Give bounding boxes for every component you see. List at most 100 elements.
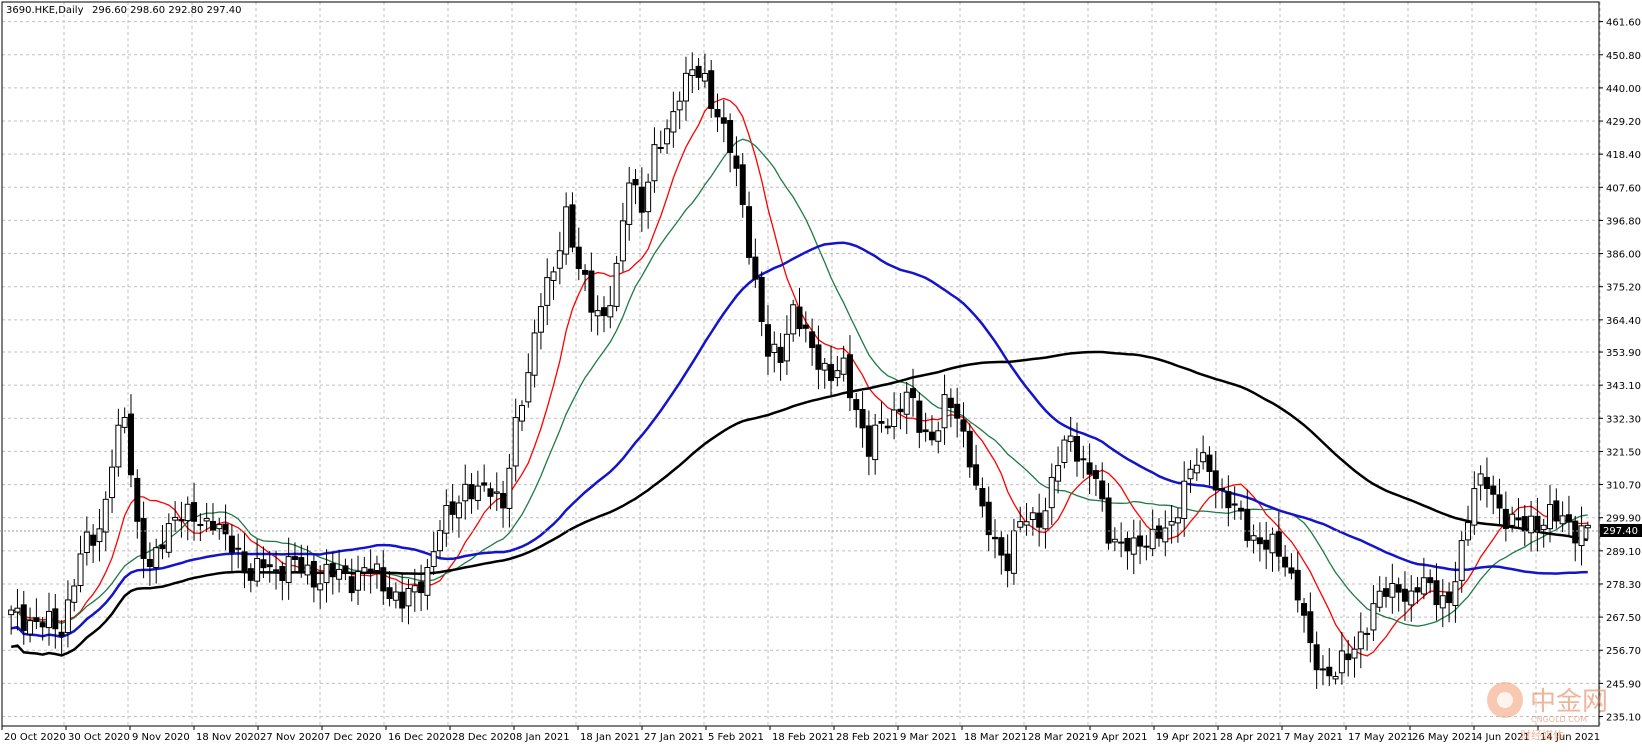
candle-bull — [544, 277, 551, 306]
candle-bull — [1351, 648, 1358, 659]
candle-bear — [33, 617, 40, 622]
candle-bull — [1370, 603, 1377, 631]
candle-bear — [884, 425, 891, 429]
candle-bull — [771, 343, 778, 353]
candle-bull — [701, 72, 708, 82]
candle-bull — [285, 556, 292, 583]
candle-bull — [1042, 510, 1049, 530]
y-tick-label: 396.80 — [1606, 216, 1641, 227]
y-tick-label: 310.70 — [1606, 481, 1641, 492]
candle-bull — [392, 591, 399, 601]
candle-bull — [1067, 435, 1074, 443]
candle-bull — [443, 505, 450, 534]
candle-bear — [329, 563, 336, 578]
candle-bear — [367, 568, 374, 575]
candle-bear — [399, 591, 406, 609]
candle-bear — [733, 155, 740, 169]
candle-bull — [607, 305, 614, 318]
candle-bull — [1332, 675, 1339, 680]
candle-bear — [947, 397, 954, 409]
candle-bull — [1420, 577, 1427, 595]
candle-bull — [1061, 439, 1068, 464]
candle-bear — [1553, 500, 1560, 522]
candle-bear — [58, 631, 65, 637]
candle-bull — [115, 424, 122, 468]
candle-bull — [203, 517, 210, 522]
candle-bull — [121, 417, 128, 428]
candle-bear — [1231, 503, 1238, 506]
candle-bull — [1010, 530, 1017, 574]
candle-bear — [569, 204, 576, 248]
candle-bull — [45, 610, 52, 629]
candle-bear — [966, 430, 973, 468]
candle-bear — [714, 109, 721, 118]
candle-bear — [1092, 470, 1099, 479]
candle-bull — [455, 502, 462, 519]
candle-bull — [834, 370, 841, 379]
candle-bull — [373, 563, 380, 572]
candle-bull — [1540, 524, 1547, 531]
candle-bull — [474, 485, 481, 501]
candle-bull — [1547, 504, 1554, 530]
candle-bull — [1452, 581, 1459, 607]
candle-bull — [304, 564, 311, 576]
candle-bear — [1446, 591, 1453, 604]
candle-bull — [273, 569, 280, 572]
candle-bear — [481, 482, 488, 486]
candle-bull — [1023, 521, 1030, 526]
candle-bear — [1301, 603, 1308, 616]
candle-bull — [651, 144, 658, 182]
candle-bull — [670, 111, 677, 133]
y-tick-label: 235.10 — [1606, 712, 1641, 723]
candle-bull — [1584, 524, 1591, 529]
candle-bear — [298, 557, 305, 573]
candle-bear — [1433, 580, 1440, 606]
candle-bear — [575, 246, 582, 270]
candle-bear — [1401, 588, 1408, 602]
candle-bear — [449, 501, 456, 515]
x-tick-label: 28 Dec 2020 — [452, 732, 516, 743]
candle-bear — [853, 399, 860, 411]
candle-bear — [1275, 530, 1282, 557]
chart-symbol: 3690.HKE,Daily — [6, 5, 84, 16]
candle-bull — [109, 466, 116, 499]
y-tick-label: 245.90 — [1606, 679, 1641, 690]
candle-bear — [796, 306, 803, 330]
candle-bull — [8, 609, 15, 616]
candle-bear — [1237, 507, 1244, 512]
candle-bull — [1055, 465, 1062, 482]
candle-bull — [689, 69, 696, 76]
candle-bull — [1111, 538, 1118, 543]
candle-bull — [102, 498, 109, 533]
candle-bear — [1206, 454, 1213, 472]
candle-bear — [720, 117, 727, 124]
x-tick-label: 28 Mar 2021 — [1028, 732, 1091, 743]
candle-bear — [134, 477, 141, 522]
candle-bear — [1124, 537, 1131, 552]
watermark-domain: CNGOLD.COM — [1531, 715, 1587, 724]
candle-bull — [594, 310, 601, 317]
candle-bear — [140, 518, 147, 559]
candle-bear — [1155, 525, 1162, 539]
candle-bear — [222, 523, 229, 535]
candle-bull — [783, 333, 790, 362]
candle-bear — [979, 488, 986, 507]
candle-bear — [1073, 436, 1080, 462]
candle-bear — [1307, 611, 1314, 644]
candle-bull — [1029, 512, 1036, 521]
candle-bull — [1338, 650, 1345, 674]
candle-bull — [682, 72, 689, 102]
candle-bear — [20, 604, 27, 631]
candle-bear — [1244, 508, 1251, 541]
candle-bull — [235, 547, 242, 550]
candle-bear — [1282, 556, 1289, 568]
candle-bear — [1534, 515, 1541, 533]
candle-bear — [1427, 577, 1434, 584]
candle-bull — [77, 553, 84, 586]
candle-bull — [424, 566, 431, 596]
candle-bull — [1118, 541, 1125, 544]
candle-bear — [1105, 497, 1112, 544]
price-chart[interactable]: 461.60 450.80 440.00 429.20 418.40 407.60 396.… — [0, 0, 1642, 753]
candle-bull — [323, 563, 330, 584]
candle-bear — [90, 534, 97, 546]
